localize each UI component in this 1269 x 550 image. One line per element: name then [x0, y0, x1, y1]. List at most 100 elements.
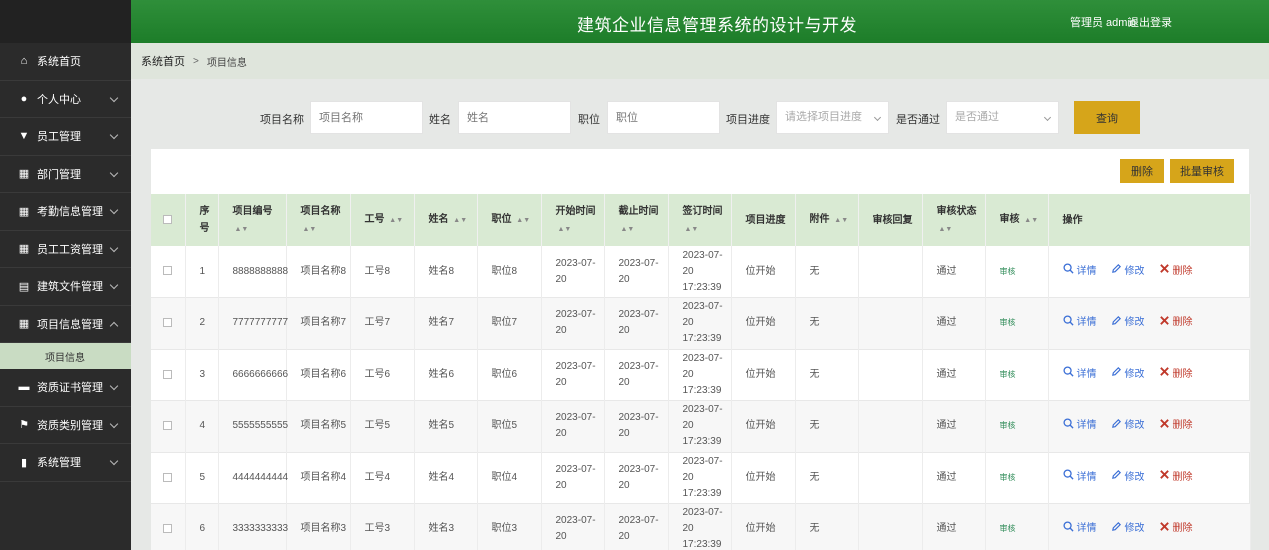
row-checkbox[interactable] — [151, 452, 186, 504]
header-sign[interactable]: 签订时间 ▲▼ — [668, 194, 732, 246]
sidebar-subitem-project-info[interactable]: 项目信息 — [0, 343, 131, 369]
cell-attachment: 无 — [795, 349, 859, 401]
audit-link[interactable]: 审核 — [1000, 370, 1016, 379]
header-job-no[interactable]: 工号 ▲▼ — [350, 194, 415, 246]
header-name[interactable]: 项目名称 ▲▼ — [286, 194, 351, 246]
sidebar-item-label: 员工管理 — [37, 131, 81, 144]
row-checkbox[interactable] — [151, 349, 186, 401]
delete-label: 删除 — [1172, 265, 1193, 277]
breadcrumb-home[interactable]: 系统首页 — [141, 53, 185, 69]
audit-link[interactable]: 审核 — [1000, 473, 1016, 482]
cell-job-no: 工号7 — [350, 297, 415, 349]
detail-button[interactable]: 详情 — [1062, 521, 1097, 538]
progress-select[interactable]: 请选择项目进度 — [776, 101, 889, 134]
detail-label: 详情 — [1076, 317, 1097, 329]
delete-button[interactable]: 删除 — [1120, 159, 1164, 183]
detail-button[interactable]: 详情 — [1062, 418, 1097, 435]
cell-end: 2023-07-20 — [604, 297, 669, 349]
passed-select[interactable]: 是否通过 — [946, 101, 1059, 134]
position-input[interactable] — [607, 101, 720, 134]
sidebar-item-4[interactable]: ▦ 考勤信息管理 — [0, 193, 131, 231]
sidebar-item-7[interactable]: ▦ 项目信息管理 — [0, 306, 131, 343]
row-checkbox[interactable] — [151, 246, 186, 298]
sidebar-item-0[interactable]: ⌂ 系统首页 — [0, 43, 131, 81]
row-checkbox[interactable] — [151, 297, 186, 349]
cell-reply — [858, 452, 923, 504]
row-checkbox[interactable] — [151, 503, 186, 550]
row-delete-button[interactable]: 删除 — [1159, 418, 1193, 435]
cell-attachment: 无 — [795, 452, 859, 504]
row-delete-button[interactable]: 删除 — [1159, 315, 1193, 332]
sidebar-item-1[interactable]: ● 个人中心 — [0, 81, 131, 118]
cell-audit: 审核 — [985, 297, 1049, 349]
sidebar-item-8[interactable]: ▬ 资质证书管理 — [0, 369, 131, 407]
logout-link[interactable]: 退出登录 — [1128, 14, 1172, 30]
edit-label: 修改 — [1124, 317, 1145, 329]
edit-icon — [1111, 315, 1125, 332]
detail-label: 详情 — [1076, 265, 1097, 277]
edit-button[interactable]: 修改 — [1111, 521, 1145, 538]
audit-link[interactable]: 审核 — [1000, 421, 1016, 430]
edit-button[interactable]: 修改 — [1111, 315, 1145, 332]
sidebar-item-9[interactable]: ⚑ 资质类别管理 — [0, 407, 131, 444]
header-start[interactable]: 开始时间 ▲▼ — [541, 194, 605, 246]
search-icon — [1062, 315, 1077, 332]
cell-status: 通过 — [922, 349, 986, 401]
row-delete-button[interactable]: 删除 — [1159, 263, 1193, 280]
sidebar-item-6[interactable]: ▤ 建筑文件管理 — [0, 268, 131, 306]
edit-button[interactable]: 修改 — [1111, 418, 1145, 435]
batch-audit-button[interactable]: 批量审核 — [1170, 159, 1234, 183]
edit-icon — [1111, 469, 1125, 486]
cell-code: 7777777777 — [218, 297, 288, 349]
header-audit[interactable]: 审核 ▲▼ — [985, 194, 1049, 246]
sidebar-item-2[interactable]: ▼ 员工管理 — [0, 118, 131, 156]
name-input[interactable] — [458, 101, 571, 134]
detail-button[interactable]: 详情 — [1062, 315, 1097, 332]
edit-icon — [1111, 418, 1125, 435]
edit-button[interactable]: 修改 — [1111, 469, 1145, 486]
project-name-input[interactable] — [310, 101, 423, 134]
cell-progress: 位开始 — [731, 400, 796, 452]
sidebar-item-5[interactable]: ▦ 员工工资管理 — [0, 231, 131, 268]
cell-ops: 详情 修改 删除 — [1048, 297, 1251, 349]
header-status[interactable]: 审核状态 ▲▼ — [922, 194, 986, 246]
cell-audit: 审核 — [985, 246, 1049, 298]
edit-button[interactable]: 修改 — [1111, 263, 1145, 280]
cell-progress: 位开始 — [731, 349, 796, 401]
audit-link[interactable]: 审核 — [1000, 524, 1016, 533]
cell-start: 2023-07-20 — [541, 452, 605, 504]
row-delete-button[interactable]: 删除 — [1159, 366, 1193, 383]
cell-person: 姓名5 — [414, 400, 478, 452]
detail-button[interactable]: 详情 — [1062, 263, 1097, 280]
cell-sign: 2023-07-20 17:23:39 — [668, 297, 732, 349]
sidebar-item-3[interactable]: ▦ 部门管理 — [0, 156, 131, 193]
header-position[interactable]: 职位 ▲▼ — [477, 194, 542, 246]
cell-progress: 位开始 — [731, 503, 796, 550]
row-delete-button[interactable]: 删除 — [1159, 469, 1193, 486]
audit-link[interactable]: 审核 — [1000, 318, 1016, 327]
sidebar-item-10[interactable]: ▮ 系统管理 — [0, 444, 131, 482]
cell-ops: 详情 修改 删除 — [1048, 349, 1251, 401]
detail-button[interactable]: 详情 — [1062, 469, 1097, 486]
select-all-checkbox[interactable] — [151, 194, 186, 246]
detail-button[interactable]: 详情 — [1062, 366, 1097, 383]
query-button[interactable]: 查询 — [1074, 101, 1140, 134]
chevron-down-icon — [109, 131, 119, 140]
row-delete-button[interactable]: 删除 — [1159, 521, 1193, 538]
header-end[interactable]: 截止时间 ▲▼ — [604, 194, 669, 246]
edit-button[interactable]: 修改 — [1111, 366, 1145, 383]
grid-icon: ▦ — [18, 168, 30, 181]
row-checkbox[interactable] — [151, 400, 186, 452]
header-person[interactable]: 姓名 ▲▼ — [414, 194, 478, 246]
edit-label: 修改 — [1124, 265, 1145, 277]
search-icon — [1062, 263, 1077, 280]
header-code[interactable]: 项目编号 ▲▼ — [218, 194, 287, 246]
header-attachment[interactable]: 附件 ▲▼ — [795, 194, 859, 246]
cell-attachment: 无 — [795, 246, 859, 298]
user-icon: ● — [20, 92, 28, 105]
sidebar-item-label: 考勤信息管理 — [37, 206, 103, 219]
passed-select-value: 是否通过 — [955, 111, 999, 123]
cell-person: 姓名4 — [414, 452, 478, 504]
search-icon — [1062, 418, 1077, 435]
audit-link[interactable]: 审核 — [1000, 267, 1016, 276]
